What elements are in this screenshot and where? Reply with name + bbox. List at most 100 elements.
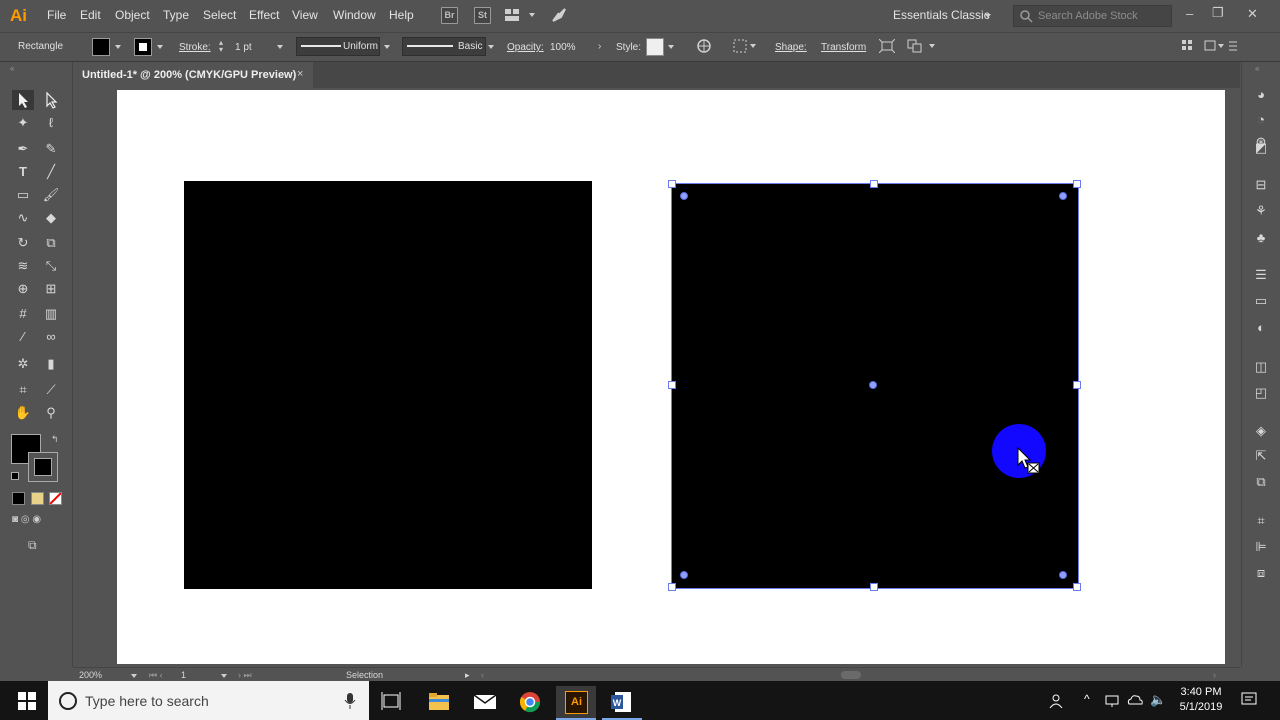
expand-panels-icon[interactable]: « (1255, 64, 1259, 73)
search-stock-field[interactable]: Search Adobe Stock (1013, 5, 1172, 27)
chevron-down-icon[interactable] (384, 45, 390, 49)
artboard-number[interactable]: 1 (181, 670, 186, 680)
hand-tool-icon[interactable]: ✋ (12, 403, 34, 423)
mail-icon[interactable] (464, 686, 504, 718)
menu-type[interactable]: Type (163, 8, 189, 22)
gradient-mode-icon[interactable] (31, 492, 44, 505)
magic-wand-tool-icon[interactable]: ✦ (12, 113, 34, 133)
stroke-label[interactable]: Stroke: (179, 42, 211, 53)
symbol-sprayer-tool-icon[interactable]: ✲ (12, 354, 34, 374)
restore-icon[interactable]: ❐ (1212, 5, 1224, 21)
column-graph-tool-icon[interactable]: ▮ (40, 354, 62, 374)
slice-tool-icon[interactable]: ⟋ (40, 380, 62, 400)
opacity-value[interactable]: 100% (550, 42, 576, 53)
opacity-label[interactable]: Opacity: (507, 42, 544, 53)
shaper-tool-icon[interactable]: ∿ (12, 208, 34, 228)
menu-edit[interactable]: Edit (80, 8, 101, 22)
corner-widget[interactable] (1059, 571, 1067, 579)
drawing-modes-icon[interactable]: ◙ ◎ ◉ (12, 514, 62, 528)
network-icon[interactable] (1104, 692, 1120, 708)
transparency-panel-icon[interactable]: ◐ (1252, 320, 1270, 336)
screen-mode-icon[interactable]: ⧉ (28, 538, 37, 553)
task-view-icon[interactable] (372, 686, 412, 718)
selection-handle[interactable] (1073, 381, 1081, 389)
zoom-level[interactable]: 200% (79, 670, 102, 680)
eyedropper-tool-icon[interactable]: ⁄ (12, 327, 34, 347)
blend-tool-icon[interactable]: ∞ (40, 327, 62, 347)
people-icon[interactable] (1048, 692, 1066, 710)
selection-handle[interactable] (1073, 180, 1081, 188)
last-artboard-icon[interactable]: › ⏭ (238, 670, 252, 681)
selection-handle[interactable] (668, 381, 676, 389)
chevron-down-icon[interactable] (668, 45, 674, 49)
menu-object[interactable]: Object (115, 8, 150, 22)
microphone-icon[interactable] (344, 692, 356, 710)
corner-widget[interactable] (680, 192, 688, 200)
illustrator-taskbar-icon[interactable]: Ai (556, 686, 596, 720)
selection-handle[interactable] (668, 583, 676, 591)
windows-start-icon[interactable] (18, 692, 36, 710)
volume-icon[interactable]: 🔈 (1150, 692, 1166, 708)
menu-file[interactable]: File (47, 8, 66, 22)
bridge-icon[interactable]: Br (441, 7, 458, 24)
fill-swatch[interactable] (92, 38, 110, 56)
taskbar-search[interactable]: Type here to search (48, 681, 369, 720)
chevron-down-icon[interactable] (488, 45, 494, 49)
onedrive-icon[interactable] (1126, 692, 1144, 708)
menu-help[interactable]: Help (389, 8, 414, 22)
graphic-styles-icon[interactable]: ◰ (1252, 385, 1270, 401)
swap-colors-icon[interactable]: ↰ (51, 434, 59, 445)
eraser-tool-icon[interactable]: ◆ (40, 208, 62, 228)
scroll-right-icon[interactable]: › (1213, 670, 1216, 680)
libraries-panel-icon[interactable]: ⊟ (1252, 177, 1270, 193)
show-hidden-icons[interactable]: ^ (1084, 692, 1090, 706)
close-tab-icon[interactable]: × (297, 68, 303, 80)
collapse-icon[interactable]: « (10, 64, 14, 73)
first-artboard-icon[interactable]: ⏮ ‹ (149, 670, 163, 681)
mesh-tool-icon[interactable]: # (12, 304, 34, 324)
appearance-panel-icon[interactable]: ◫ (1252, 359, 1270, 375)
symbols-panel-icon[interactable]: ♣ (1252, 230, 1270, 246)
document-info-icon[interactable]: ◩ (1252, 140, 1270, 156)
recolor-artwork-icon[interactable] (696, 38, 712, 54)
width-tool-icon[interactable]: ≋ (12, 256, 34, 276)
menu-effect[interactable]: Effect (249, 8, 279, 22)
file-explorer-icon[interactable] (418, 686, 458, 718)
select-similar-icon[interactable] (907, 39, 937, 53)
current-tool-status[interactable]: Selection (346, 670, 383, 680)
artboards-panel-icon[interactable]: ⧉ (1252, 474, 1270, 490)
stroke-color-swatch[interactable] (28, 452, 58, 482)
align-selection-icon[interactable] (733, 39, 757, 53)
artboard-tool-icon[interactable]: ⌗ (12, 380, 34, 400)
paintbrush-tool-icon[interactable]: 🖌 (40, 185, 62, 205)
scale-tool-icon[interactable]: ⧉ (40, 233, 62, 253)
stroke-stepper[interactable]: ▴ ▾ (219, 39, 223, 54)
brushes-panel-icon[interactable]: ⚘ (1252, 203, 1270, 219)
stroke-panel-icon[interactable]: ☰ (1252, 267, 1270, 283)
chevron-down-icon[interactable] (277, 45, 283, 49)
pathfinder-panel-icon[interactable]: ⧈ (1252, 565, 1270, 581)
selection-handle[interactable] (1073, 583, 1081, 591)
chevron-down-icon[interactable] (115, 45, 121, 49)
status-menu-icon[interactable]: ▸ (465, 670, 470, 681)
chevron-down-icon[interactable] (985, 14, 991, 18)
document-tab[interactable]: Untitled-1* @ 200% (CMYK/GPU Preview) × (73, 62, 313, 88)
free-transform-tool-icon[interactable]: ⤡ (40, 256, 62, 276)
selection-tool-icon[interactable] (12, 90, 34, 110)
stroke-weight[interactable]: 1 pt (235, 42, 252, 53)
brush-definition[interactable]: Basic (402, 37, 486, 56)
curvature-tool-icon[interactable]: ✎ (40, 139, 62, 159)
perspective-grid-tool-icon[interactable]: ⊞ (40, 279, 62, 299)
minimize-icon[interactable]: – (1186, 6, 1193, 21)
chevron-down-icon[interactable] (157, 45, 163, 49)
chevron-down-icon[interactable] (131, 674, 137, 678)
none-mode-icon[interactable] (49, 492, 62, 505)
menu-view[interactable]: View (292, 8, 318, 22)
export-panel-icon[interactable]: ⇱ (1252, 448, 1270, 464)
layers-panel-icon[interactable]: ◈ (1252, 423, 1270, 439)
corner-widget[interactable] (1059, 192, 1067, 200)
color-mode-icon[interactable] (12, 492, 25, 505)
selection-handle[interactable] (870, 583, 878, 591)
action-center-icon[interactable] (1240, 691, 1258, 709)
rotate-tool-icon[interactable]: ↻ (12, 233, 34, 253)
